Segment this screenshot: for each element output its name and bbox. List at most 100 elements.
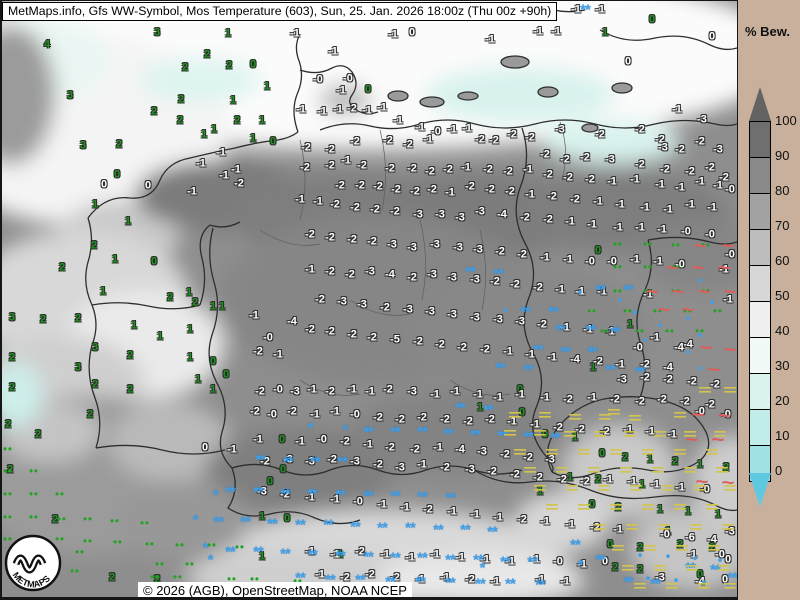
station-temp: -1 (347, 385, 357, 396)
station-temp-green: 2 (109, 573, 115, 584)
station-temp: -2 (345, 270, 355, 281)
fog-icon: = (665, 579, 679, 594)
station-temp: -0 (267, 410, 277, 421)
fog-icon: = (563, 427, 577, 442)
station-temp: -3 (435, 210, 445, 221)
station-temp: 0 (145, 181, 151, 192)
fog-icon: = (723, 383, 737, 398)
station-temp: -3 (697, 115, 707, 126)
station-temp: -2 (315, 295, 325, 306)
station-temp: -2 (563, 173, 573, 184)
station-temp: -1 (388, 30, 398, 41)
station-temp: -1 (423, 135, 433, 146)
station-temp: -1 (380, 550, 390, 561)
station-temp: -2 (347, 104, 357, 115)
fog-icon: = (661, 481, 675, 496)
snow-icon: ** (445, 553, 455, 568)
station-temp: -2 (355, 181, 365, 192)
station-temp: -2 (507, 130, 517, 141)
colorbar-arrow-down-icon (749, 473, 771, 507)
station-temp: -2 (543, 215, 553, 226)
fog-icon: = (685, 561, 699, 576)
station-temp: -2 (410, 187, 420, 198)
snow-icon: ** (465, 265, 475, 280)
station-temp: -0 (681, 227, 691, 238)
colorbar-tick-label: 50 (775, 288, 789, 303)
station-temp: -2 (380, 303, 390, 314)
station-temp: -3 (617, 375, 627, 386)
snow-icon: ** (445, 576, 455, 591)
station-temp-green: 2 (178, 95, 184, 106)
station-temp: -2 (505, 187, 515, 198)
station-temp: -2 (465, 575, 475, 586)
fog-icon: = (513, 445, 527, 460)
colorbar-segment (750, 337, 770, 373)
fog-icon: = (625, 520, 639, 535)
fog-icon: = (533, 481, 547, 496)
snow-icon: ** (595, 553, 605, 568)
station-temp: -1 (433, 443, 443, 454)
station-temp-green: 1 (210, 385, 216, 396)
station-temp: -2 (385, 164, 395, 175)
station-temp: -2 (457, 343, 467, 354)
snow-icon: ** (635, 365, 645, 380)
station-temp: -2 (440, 463, 450, 474)
freezing-drizzle-icon: ~ (691, 259, 704, 278)
station-temp: -2 (391, 185, 401, 196)
station-temp-green: 1 (259, 116, 265, 127)
light-snow-icon: * (480, 561, 485, 576)
station-temp: -2 (365, 570, 375, 581)
snow-icon: ** (585, 323, 595, 338)
station-temp: -3 (403, 305, 413, 316)
station-temp: -3 (658, 143, 668, 154)
fog-icon: = (508, 408, 522, 423)
snow-icon: ** (483, 403, 493, 418)
station-temp: -2 (423, 505, 433, 516)
station-temp: -2 (305, 230, 315, 241)
fog-icon: = (723, 579, 737, 594)
station-temp-green: 1 (112, 255, 118, 266)
drizzle-icon: •• (29, 467, 39, 478)
station-temp: -1 (405, 553, 415, 564)
station-temp: -1 (363, 440, 373, 451)
station-temp: -1 (630, 255, 640, 266)
station-temp: -1 (565, 217, 575, 228)
station-temp: -2 (350, 137, 360, 148)
light-snow-icon: * (193, 513, 198, 528)
station-temp: -2 (563, 395, 573, 406)
station-temp-green: 2 (91, 241, 97, 252)
fog-icon: = (597, 481, 611, 496)
snow-icon: ** (650, 577, 660, 592)
station-temp: -1 (523, 165, 533, 176)
frame-left-edge (0, 0, 2, 600)
station-temp: 0 (202, 443, 208, 454)
station-temp: -1 (675, 483, 685, 494)
station-temp: -4 (497, 210, 507, 221)
fog-icon: = (565, 481, 579, 496)
drizzle-icon: •• (55, 490, 65, 501)
station-temp: -3 (493, 315, 503, 326)
station-temp: -1 (330, 407, 340, 418)
station-temp-green: 1 (225, 29, 231, 40)
map-title-bar: MetMaps.info, Gfs WW-Symbol, Mos Tempera… (2, 2, 557, 21)
snow-icon: ** (417, 490, 427, 505)
station-temp-green: 0 (279, 435, 285, 446)
snow-icon: ** (295, 518, 305, 533)
snow-icon: ** (350, 520, 360, 535)
station-temp: -1 (336, 86, 346, 97)
colorbar-segment (750, 193, 770, 229)
station-temp-green: 1 (697, 460, 703, 471)
station-temp-green: 0 (250, 60, 256, 71)
snow-icon: ** (335, 488, 345, 503)
station-temp: -3 (447, 310, 457, 321)
station-temp-green: 1 (264, 82, 270, 93)
station-temp: -2 (287, 407, 297, 418)
station-temp: -3 (477, 447, 487, 458)
station-temp: -2 (503, 167, 513, 178)
colorbar-scale (749, 121, 771, 482)
station-temp: -2 (367, 333, 377, 344)
station-temp: -1 (362, 106, 372, 117)
station-temp: -3 (427, 270, 437, 281)
station-temp: -0 (317, 435, 327, 446)
station-temp: -2 (325, 233, 335, 244)
